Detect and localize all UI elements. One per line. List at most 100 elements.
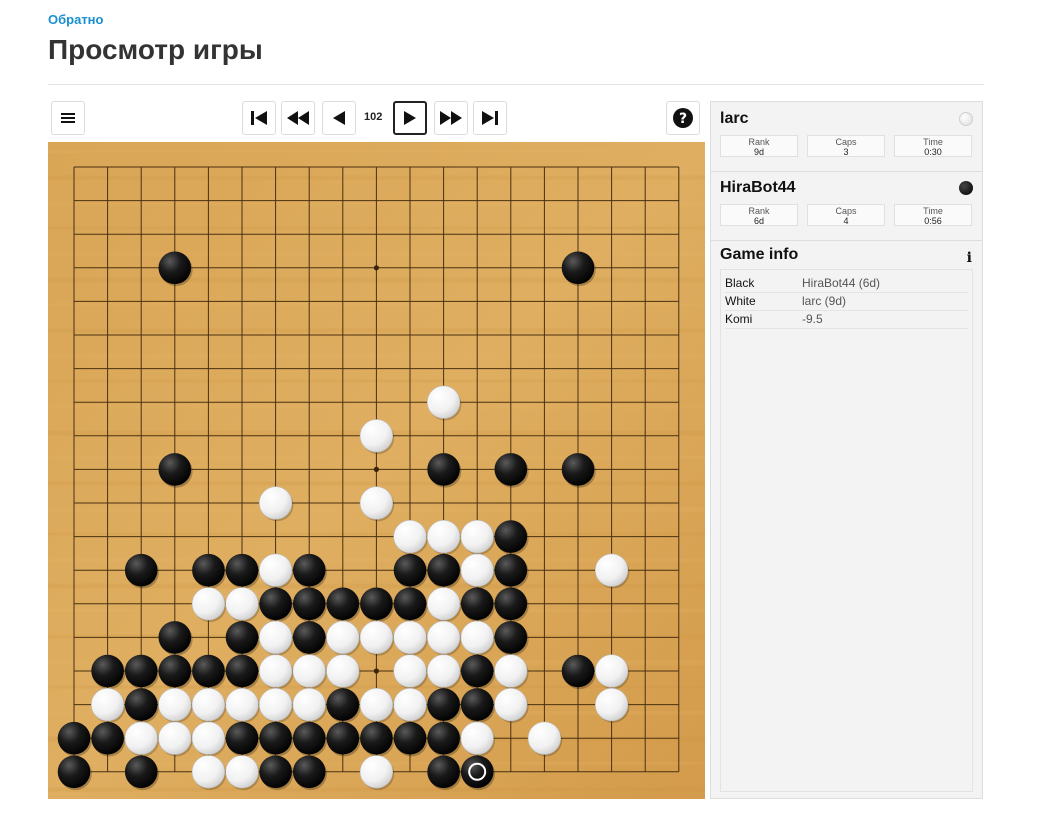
black-stone[interactable] — [460, 587, 494, 621]
menu-button[interactable] — [51, 101, 85, 135]
help-button[interactable]: ? — [666, 101, 700, 135]
white-stone[interactable] — [191, 721, 225, 755]
white-stone[interactable] — [494, 687, 528, 722]
black-stone[interactable] — [427, 453, 460, 486]
black-stone[interactable] — [494, 587, 528, 621]
black-stone[interactable] — [561, 251, 595, 285]
white-stone[interactable] — [259, 687, 293, 722]
black-stone[interactable] — [91, 654, 124, 688]
white-stone[interactable] — [527, 721, 562, 755]
black-stone[interactable] — [124, 755, 158, 789]
white-stone[interactable] — [225, 755, 259, 789]
black-stone[interactable] — [393, 587, 427, 621]
go-board-canvas[interactable] — [48, 142, 705, 799]
white-stone[interactable] — [427, 620, 461, 655]
next-move-button[interactable] — [393, 101, 427, 135]
white-stone[interactable] — [393, 654, 427, 688]
black-stone[interactable] — [292, 755, 326, 789]
black-stone[interactable] — [326, 721, 360, 755]
fast-forward-button[interactable] — [434, 101, 468, 135]
black-stone[interactable] — [326, 688, 360, 721]
white-stone[interactable] — [326, 620, 360, 655]
first-move-button[interactable] — [242, 101, 276, 135]
white-stone[interactable] — [460, 553, 494, 587]
black-stone[interactable] — [494, 520, 528, 553]
white-stone[interactable] — [225, 587, 259, 621]
black-stone[interactable] — [393, 721, 427, 755]
black-stone[interactable] — [192, 553, 225, 587]
black-stone[interactable] — [292, 621, 326, 654]
black-stone[interactable] — [124, 688, 158, 721]
fast-backward-button[interactable] — [281, 101, 315, 135]
black-stone[interactable] — [158, 251, 192, 285]
black-stone[interactable] — [494, 453, 528, 486]
back-link[interactable]: Обратно — [48, 12, 103, 27]
black-stone[interactable] — [57, 721, 91, 755]
white-stone[interactable] — [494, 654, 528, 688]
white-stone[interactable] — [359, 419, 394, 453]
white-stone[interactable] — [359, 755, 394, 789]
info-icon[interactable]: i — [967, 250, 972, 266]
black-stone[interactable] — [427, 721, 460, 755]
white-stone[interactable] — [359, 620, 394, 655]
black-stone[interactable] — [292, 587, 326, 621]
white-stone[interactable] — [427, 385, 461, 419]
white-stone[interactable] — [292, 654, 326, 688]
white-stone[interactable] — [259, 620, 293, 655]
white-stone[interactable] — [259, 553, 293, 587]
white-stone[interactable] — [460, 721, 494, 755]
previous-move-button[interactable] — [322, 101, 356, 135]
black-stone[interactable] — [259, 755, 292, 789]
white-stone[interactable] — [191, 755, 225, 789]
black-stone[interactable] — [57, 755, 91, 789]
white-stone[interactable] — [359, 486, 394, 520]
black-stone[interactable] — [494, 553, 528, 587]
white-stone[interactable] — [124, 721, 158, 755]
black-stone[interactable] — [192, 654, 225, 688]
white-stone[interactable] — [292, 687, 326, 722]
black-stone[interactable] — [158, 621, 192, 654]
white-stone[interactable] — [393, 520, 427, 554]
white-stone[interactable] — [427, 587, 461, 621]
black-stone[interactable] — [360, 721, 393, 755]
white-stone[interactable] — [326, 654, 360, 688]
go-board[interactable] — [48, 142, 705, 799]
black-stone[interactable] — [427, 755, 460, 789]
white-stone[interactable] — [225, 687, 259, 722]
black-stone[interactable] — [561, 453, 595, 486]
black-stone[interactable] — [360, 587, 393, 621]
white-stone[interactable] — [158, 687, 192, 722]
black-stone[interactable] — [460, 654, 494, 688]
black-stone[interactable] — [225, 553, 259, 587]
black-stone[interactable] — [124, 553, 158, 587]
black-stone[interactable] — [494, 621, 528, 654]
white-stone[interactable] — [158, 721, 192, 755]
white-stone[interactable] — [460, 620, 494, 655]
black-stone[interactable] — [292, 721, 326, 755]
black-stone[interactable] — [91, 721, 124, 755]
last-move-button[interactable] — [473, 101, 507, 135]
white-stone[interactable] — [594, 687, 629, 722]
white-stone[interactable] — [259, 654, 293, 688]
white-stone[interactable] — [259, 486, 293, 520]
white-stone[interactable] — [594, 553, 629, 587]
black-stone[interactable] — [259, 721, 292, 755]
white-stone[interactable] — [393, 620, 427, 655]
black-stone[interactable] — [158, 453, 192, 486]
white-stone[interactable] — [191, 687, 225, 722]
white-stone[interactable] — [359, 687, 394, 722]
black-stone[interactable] — [259, 587, 292, 621]
black-stone[interactable] — [292, 553, 326, 587]
black-stone[interactable] — [427, 688, 460, 721]
black-stone[interactable] — [460, 688, 494, 721]
black-stone[interactable] — [460, 755, 494, 789]
black-stone[interactable] — [158, 654, 192, 688]
white-stone[interactable] — [460, 520, 494, 554]
white-stone[interactable] — [191, 587, 225, 621]
black-stone[interactable] — [326, 587, 360, 621]
black-stone[interactable] — [393, 553, 427, 587]
black-stone[interactable] — [427, 553, 460, 587]
black-stone[interactable] — [561, 654, 595, 688]
black-stone[interactable] — [225, 621, 259, 654]
white-stone[interactable] — [594, 654, 629, 688]
